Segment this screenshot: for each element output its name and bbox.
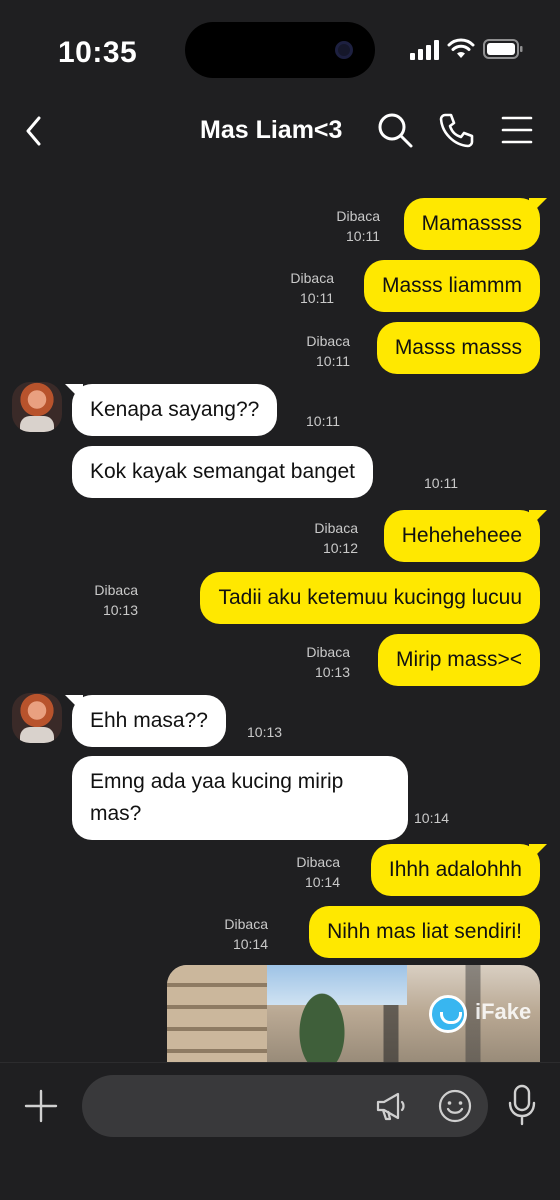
- chat-thread[interactable]: Dibaca 10:11 Mamassss Dibaca 10:11 Masss…: [0, 162, 560, 1062]
- message-meta: Dibaca 10:11: [336, 206, 380, 246]
- message-bubble-received[interactable]: Kenapa sayang??: [72, 384, 278, 436]
- message-meta: Dibaca 10:14: [296, 852, 340, 892]
- message-time: 10:11: [306, 413, 340, 429]
- message-bubble-sent[interactable]: Tadii aku ketemuu kucingg lucuu: [200, 572, 540, 624]
- read-status: Dibaca: [224, 916, 268, 932]
- ifake-logo-icon: [429, 995, 467, 1033]
- photo-building: [167, 965, 267, 1062]
- message-bubble-sent[interactable]: Nihh mas liat sendiri!: [309, 906, 540, 958]
- message-meta: Dibaca 10:12: [314, 518, 358, 558]
- message-time: 10:11: [316, 353, 350, 369]
- message-bubble-sent[interactable]: Mirip mass><: [377, 634, 540, 686]
- message-bubble-sent[interactable]: Masss liammm: [364, 260, 540, 312]
- read-status: Dibaca: [336, 208, 380, 224]
- message-time: 10:14: [414, 810, 450, 826]
- read-status: Dibaca: [94, 582, 138, 598]
- message-bubble-received[interactable]: Emng ada yaa kucing mirip mas?: [72, 756, 408, 840]
- read-status: Dibaca: [306, 644, 350, 660]
- message-meta: Dibaca 10:11: [290, 268, 334, 308]
- message-bubble-sent[interactable]: Masss masss: [376, 322, 540, 374]
- photo-message[interactable]: iFake: [167, 965, 540, 1062]
- megaphone-icon[interactable]: [372, 1087, 410, 1125]
- back-button[interactable]: [20, 112, 50, 150]
- message-time: 10:11: [300, 290, 334, 306]
- message-input-bar: [0, 1062, 560, 1200]
- wifi-icon: [447, 38, 475, 58]
- photo-tree: [287, 983, 357, 1062]
- menu-icon[interactable]: [497, 110, 537, 150]
- status-time: 10:35: [58, 36, 138, 69]
- message-time: 10:11: [346, 228, 380, 244]
- message-bubble-received[interactable]: Ehh masa??: [72, 695, 226, 747]
- phone-icon[interactable]: [437, 110, 477, 150]
- battery-icon: [483, 39, 523, 59]
- photo-watermark: iFake: [475, 999, 532, 1024]
- message-bubble-received[interactable]: Kok kayak semangat banget: [72, 446, 374, 498]
- message-time: 10:13: [314, 664, 350, 680]
- message-time: 10:13: [102, 602, 138, 618]
- message-time: 10:13: [247, 724, 283, 740]
- message-bubble-sent[interactable]: Ihhh adalohhh: [370, 844, 540, 896]
- message-time: 10:12: [322, 540, 358, 556]
- message-time: 10:11: [424, 475, 458, 491]
- emoji-icon[interactable]: [436, 1087, 474, 1125]
- status-bar: 10:35: [0, 0, 560, 100]
- message-meta: Dibaca 10:14: [224, 914, 268, 954]
- camera-icon: [335, 41, 353, 59]
- search-icon[interactable]: [375, 110, 415, 150]
- read-status: Dibaca: [290, 270, 334, 286]
- signal-icon: [410, 40, 439, 60]
- avatar[interactable]: [12, 693, 62, 743]
- read-status: Dibaca: [314, 520, 358, 536]
- message-input[interactable]: [82, 1075, 488, 1137]
- message-meta: Dibaca 10:13: [94, 580, 138, 620]
- microphone-icon[interactable]: [506, 1083, 538, 1127]
- message-time: 10:14: [232, 936, 268, 952]
- dynamic-island: [185, 22, 375, 78]
- message-meta: Dibaca 10:11: [306, 331, 350, 371]
- read-status: Dibaca: [296, 854, 340, 870]
- plus-icon[interactable]: [22, 1087, 60, 1125]
- avatar[interactable]: [12, 382, 62, 432]
- read-status: Dibaca: [306, 333, 350, 349]
- chat-header: Mas Liam<3: [0, 100, 560, 162]
- message-time: 10:14: [304, 874, 340, 890]
- message-bubble-sent[interactable]: Heheheheee: [383, 510, 540, 562]
- message-bubble-sent[interactable]: Mamassss: [403, 198, 540, 250]
- message-meta: Dibaca 10:13: [306, 642, 350, 682]
- chat-title[interactable]: Mas Liam<3: [200, 116, 342, 145]
